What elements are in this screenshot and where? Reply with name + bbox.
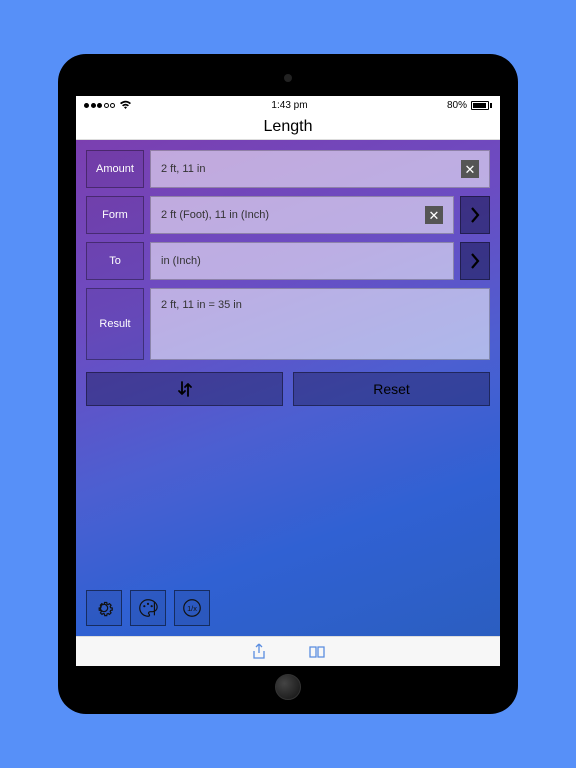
label-result: Result [86,288,144,360]
wifi-icon [119,100,132,110]
field-amount[interactable]: 2 ft, 11 in ✕ [150,150,490,188]
swap-icon [176,379,194,399]
signal-dots-icon [84,103,115,108]
close-icon: ✕ [465,163,476,176]
field-result: 2 ft, 11 in = 35 in [150,288,490,360]
content-area: Amount 2 ft, 11 in ✕ Form 2 ft (Foot), 1… [76,140,500,636]
label-to: To [86,242,144,280]
share-icon [251,643,267,661]
clear-amount-button[interactable]: ✕ [461,160,479,178]
screen: 1:43 pm 80% Length Amount 2 ft, 11 in ✕ [76,96,500,666]
value-to: in (Inch) [161,255,443,267]
battery-percent: 80% [447,100,467,111]
value-result: 2 ft, 11 in = 35 in [161,299,479,311]
row-amount: Amount 2 ft, 11 in ✕ [86,150,490,188]
battery-icon [471,101,492,110]
chevron-right-icon [470,207,480,223]
field-form[interactable]: 2 ft (Foot), 11 in (Inch) ✕ [150,196,454,234]
book-icon [308,645,326,659]
front-camera [284,74,292,82]
status-left [84,100,132,110]
fraction-icon: 1/x [181,597,203,619]
row-to: To in (Inch) [86,242,490,280]
palette-icon [137,597,159,619]
share-button[interactable] [250,643,268,661]
browser-toolbar [76,636,500,666]
row-form: Form 2 ft (Foot), 11 in (Inch) ✕ [86,196,490,234]
swap-button[interactable] [86,372,283,406]
status-right: 80% [447,100,492,111]
chevron-right-icon [470,253,480,269]
tablet-frame: 1:43 pm 80% Length Amount 2 ft, 11 in ✕ [58,54,518,714]
precision-button[interactable]: 1/x [174,590,210,626]
value-amount: 2 ft, 11 in [161,163,453,175]
svg-text:1/x: 1/x [187,604,197,613]
form-picker-button[interactable] [460,196,490,234]
status-bar: 1:43 pm 80% [76,96,500,114]
label-amount: Amount [86,150,144,188]
gear-icon [93,597,115,619]
tabs-button[interactable] [308,643,326,661]
toolbar: 1/x [86,590,490,626]
theme-button[interactable] [130,590,166,626]
action-row: Reset [86,372,490,406]
to-picker-button[interactable] [460,242,490,280]
row-result: Result 2 ft, 11 in = 35 in [86,288,490,360]
value-form: 2 ft (Foot), 11 in (Inch) [161,209,417,221]
status-time: 1:43 pm [271,100,307,111]
label-form: Form [86,196,144,234]
home-button[interactable] [275,674,301,700]
close-icon: ✕ [429,209,440,222]
settings-button[interactable] [86,590,122,626]
clear-form-button[interactable]: ✕ [425,206,443,224]
page-title: Length [76,114,500,140]
field-to[interactable]: in (Inch) [150,242,454,280]
reset-button[interactable]: Reset [293,372,490,406]
